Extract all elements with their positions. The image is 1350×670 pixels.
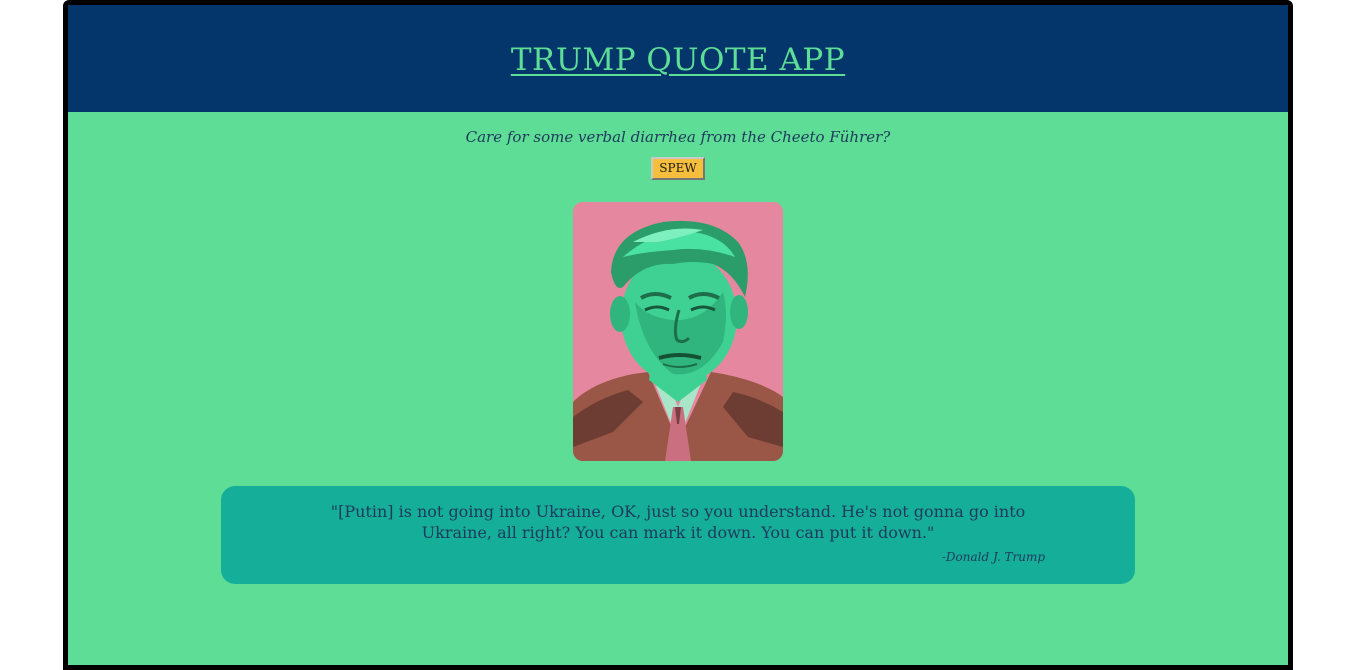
app-title[interactable]: TRUMP QUOTE APP xyxy=(511,40,845,78)
button-row: SPEW xyxy=(68,157,1288,180)
quote-text: "[Putin] is not going into Ukraine, OK, … xyxy=(330,502,1026,542)
app-frame: TRUMP QUOTE APP Care for some verbal dia… xyxy=(63,0,1293,670)
tagline: Care for some verbal diarrhea from the C… xyxy=(465,128,891,146)
spew-button[interactable]: SPEW xyxy=(651,157,705,180)
quote-author: -Donald J. Trump xyxy=(941,550,1045,564)
header-bar: TRUMP QUOTE APP xyxy=(68,5,1288,112)
portrait-container xyxy=(68,202,1288,461)
trump-portrait-image xyxy=(573,202,783,461)
quote-box: "[Putin] is not going into Ukraine, OK, … xyxy=(221,486,1135,584)
